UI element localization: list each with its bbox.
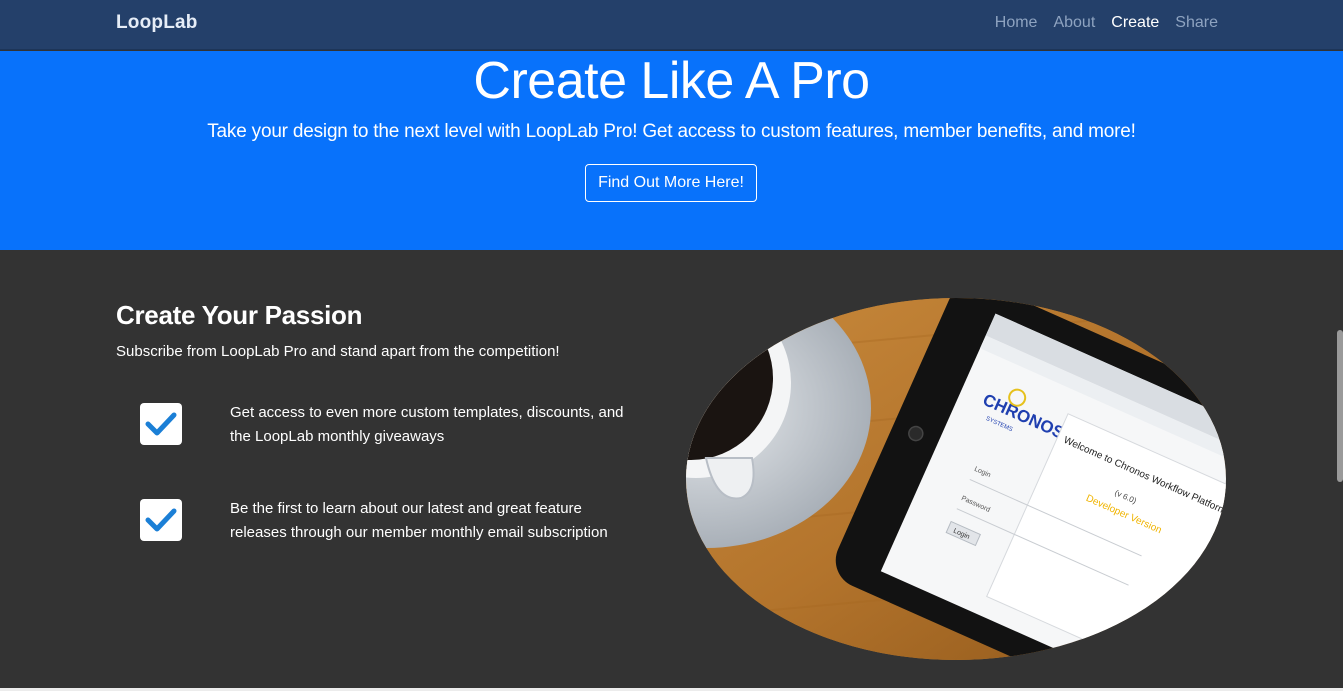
nav-links: Home About Create Share — [995, 14, 1218, 32]
nav-link-about[interactable]: About — [1053, 14, 1095, 32]
hero-banner: Create Like A Pro Take your design to th… — [0, 51, 1343, 250]
top-navbar: LoopLab Home About Create Share — [0, 0, 1343, 50]
hero-subtitle: Take your design to the next level with … — [207, 121, 1136, 142]
section-title: Create Your Passion — [116, 300, 363, 330]
nav-link-share[interactable]: Share — [1175, 14, 1218, 32]
find-out-more-button[interactable]: Find Out More Here! — [585, 164, 757, 202]
feature-text: Be the first to learn about our latest a… — [230, 500, 608, 541]
checkbox-checked-icon — [140, 499, 182, 541]
nav-link-home[interactable]: Home — [995, 14, 1038, 32]
tablet-coffee-photo: CHRONOS SYSTEMS Welcome to Chronos Workf… — [686, 298, 1226, 660]
hero-title: Create Like A Pro — [473, 52, 870, 110]
passion-section: Create Your Passion Subscribe from LoopL… — [0, 250, 1343, 691]
checkbox-checked-icon — [140, 403, 182, 445]
section-subtitle: Subscribe from LoopLab Pro and stand apa… — [116, 343, 560, 360]
nav-link-create[interactable]: Create — [1111, 14, 1159, 32]
brand-logo[interactable]: LoopLab — [116, 12, 198, 34]
feature-text: Get access to even more custom templates… — [230, 404, 624, 445]
page-scrollbar[interactable] — [1337, 330, 1343, 482]
